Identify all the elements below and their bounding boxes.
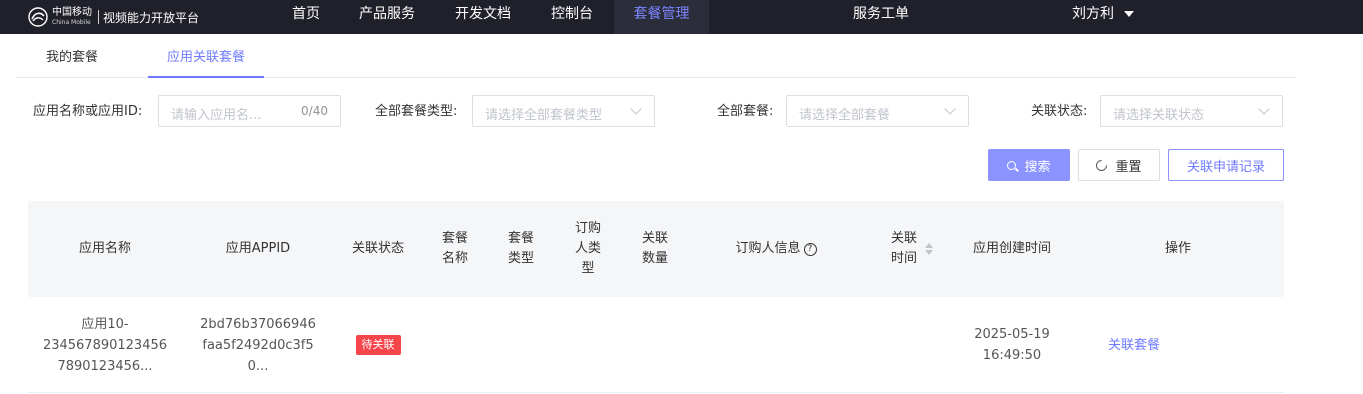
search-button[interactable]: 搜索 [988,149,1070,181]
help-icon[interactable]: ? [803,242,817,256]
link-status-select[interactable]: 请选择关联状态 [1100,95,1283,127]
tab-my-packages[interactable]: 我的套餐 [28,40,116,78]
cell-created-date: 2025-05-19 [974,327,1050,342]
reset-button[interactable]: 重置 [1078,149,1160,181]
col-link-count: 关联 数量 [622,201,688,297]
reset-button-label: 重置 [1115,159,1142,175]
cell-appid: 2bd76b37066946 faa5f2492d0c3f5 0... [182,297,334,393]
china-mobile-logo-icon [28,7,48,27]
cell-link-status: 待关联 [334,297,422,393]
table-row: 应用10- 234567890123456 7890123456... 2bd7… [28,297,1284,393]
col-buyer-type-line2: 人类 [574,241,601,256]
cell-appid-line2: faa5f2492d0c3f5 [202,337,314,353]
col-app-name: 应用名称 [78,241,131,256]
cell-app-created-time: 2025-05-19 16:49:50 [960,297,1064,393]
search-icon [1007,160,1017,170]
col-package-name: 套餐 名称 [422,201,488,297]
package-placeholder: 请选择全部套餐 [799,108,891,123]
cell-app-name-line1: 应用10- [81,316,129,332]
logo-text-en: China Mobile [52,19,91,26]
cell-appid-line1: 2bd76b37066946 [200,316,316,332]
col-buyer-type-line1: 订购 [574,221,601,236]
brand-logo[interactable]: 中国移动 China Mobile 视频能力开放平台 [28,4,199,30]
char-counter: 0/40 [301,104,328,118]
status-badge: 待关联 [355,335,401,355]
cell-app-name: 应用10- 234567890123456 7890123456... [28,297,182,393]
col-package-name-line1: 套餐 [441,231,468,246]
col-link-time-line1: 关联 [890,231,917,246]
app-search-input[interactable]: 请输入应用名... 0/40 [158,95,341,127]
link-status-label: 关联状态: [1031,104,1088,119]
nav-packages[interactable]: 套餐管理 [614,0,709,34]
tab-app-linked-packages[interactable]: 应用关联套餐 [148,40,264,78]
package-type-label: 全部套餐类型: [375,104,458,119]
app-search-placeholder: 请输入应用名... [171,108,262,123]
col-package-type-line2: 类型 [507,251,534,266]
col-buyer-info: 订购人信息 ? [688,201,864,297]
package-select[interactable]: 请选择全部套餐 [786,95,969,127]
logo-divider [98,10,99,24]
table-header: 应用名称 应用APPID 关联状态 套餐 名称 套餐 类型 订购 人类 型 关联… [28,201,1284,297]
cell-app-name-line2: 234567890123456 [42,337,168,353]
user-menu[interactable]: 刘方利 [1072,0,1134,28]
col-actions: 操作 [1164,241,1191,256]
search-button-label: 搜索 [1024,159,1051,175]
col-link-count-line2: 数量 [641,251,668,266]
nav-home[interactable]: 首页 [283,0,329,34]
col-package-type-line1: 套餐 [507,231,534,246]
col-link-status: 关联状态 [351,241,404,256]
package-label: 全部套餐: [717,104,774,119]
chevron-down-icon [630,103,642,115]
col-package-type: 套餐 类型 [488,201,554,297]
tab-bar: 我的套餐 应用关联套餐 [16,40,1296,78]
chevron-down-icon [1258,103,1270,115]
col-buyer-type-line3: 型 [581,261,595,276]
nav-products[interactable]: 产品服务 [352,0,422,34]
sort-icon[interactable] [925,243,933,255]
col-link-count-line1: 关联 [641,231,668,246]
chevron-down-icon [1124,11,1134,17]
app-filter-label: 应用名称或应用ID: [33,104,143,119]
platform-name: 视频能力开放平台 [103,10,200,25]
cell-appid-line3: 0... [247,358,269,374]
link-package-button[interactable]: 关联套餐 [1108,335,1160,356]
link-request-record-button[interactable]: 关联申请记录 [1168,149,1284,181]
logo-text-cn: 中国移动 [52,7,92,18]
nav-console[interactable]: 控制台 [544,0,600,34]
col-link-time-line2: 时间 [890,251,917,266]
col-link-time[interactable]: 关联 时间 [864,201,960,297]
col-buyer-type: 订购 人类 型 [554,201,622,297]
package-type-select[interactable]: 请选择全部套餐类型 [472,95,655,127]
package-type-placeholder: 请选择全部套餐类型 [485,108,603,123]
cell-app-name-line3: 7890123456... [57,358,153,374]
col-package-name-line2: 名称 [441,251,468,266]
chevron-down-icon [944,103,956,115]
cell-actions: 关联套餐 [1064,297,1204,393]
link-status-placeholder: 请选择关联状态 [1113,108,1205,123]
cell-created-time: 16:49:50 [982,348,1042,363]
refresh-icon [1094,157,1110,173]
top-nav: 中国移动 China Mobile 视频能力开放平台 首页 产品服务 开发文档 … [0,0,1363,34]
col-appid: 应用APPID [225,241,291,256]
col-buyer-info-label: 订购人信息 [735,241,801,256]
user-name: 刘方利 [1072,6,1114,22]
nav-docs[interactable]: 开发文档 [448,0,518,34]
col-app-created-time: 应用创建时间 [972,241,1051,256]
nav-tickets[interactable]: 服务工单 [845,0,917,34]
